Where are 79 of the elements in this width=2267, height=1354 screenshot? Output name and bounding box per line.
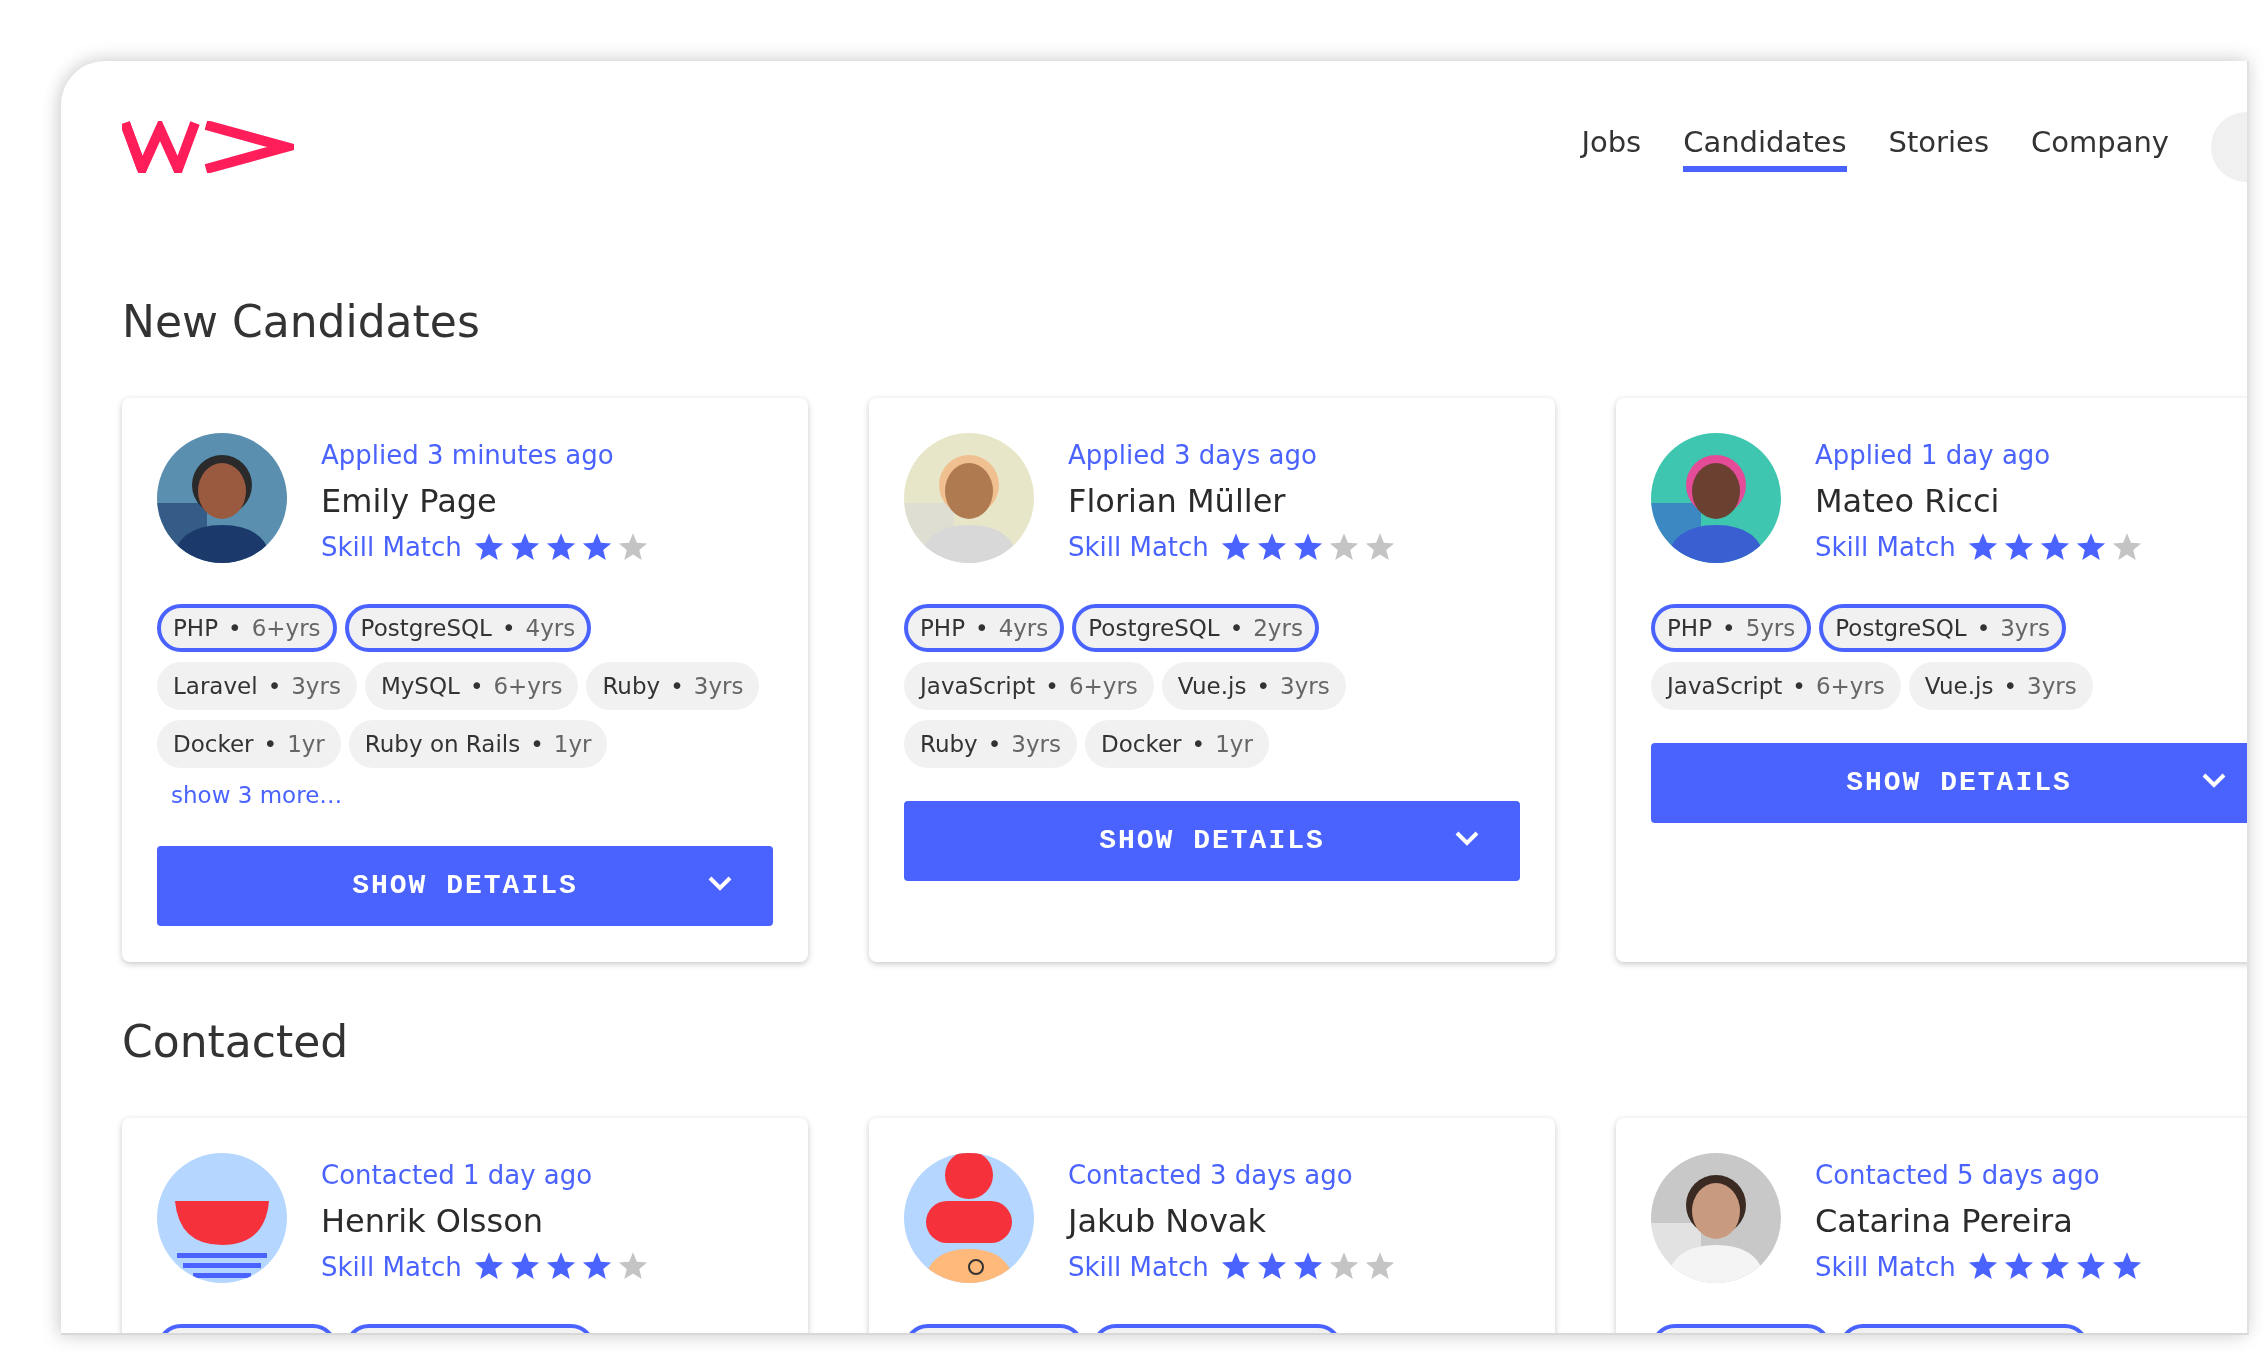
skill-tag: Ruby • 3yrs [904,720,1077,768]
skill-tag: PHP • 5yrs [1651,604,1812,652]
star-icon [2039,1252,2070,1281]
application-status: Contacted 1 day ago [321,1158,594,1192]
skill-tag: Docker • 1yr [157,720,341,768]
star-icon [1220,532,1251,562]
show-more-link[interactable]: show 3 more… [171,778,343,813]
application-status: Contacted 5 days ago [1815,1158,2101,1192]
skill-tag: Vue.js • 3yrs [1908,662,2093,710]
skill-tag: PostgreSQL • 3yrs [1819,604,2066,652]
star-icon [473,1252,504,1281]
star-icon [2039,532,2070,562]
star-icon [1328,532,1359,562]
star-icon [509,532,540,562]
star-icon [1328,1252,1359,1281]
star-icon [1364,1252,1395,1281]
star-icon [1256,1252,1287,1281]
star-icon [2075,1252,2106,1281]
star-icon [2075,532,2106,562]
candidate-name: Mateo Ricci [1815,481,2001,522]
star-icon [1220,1252,1251,1281]
application-status: Applied 3 days ago [1068,439,1318,472]
skill-tag: MySQL • 6+yrs [364,662,579,710]
skill-tag: Docker • 1yr [1085,720,1269,768]
skill-match-label: Skill Match [321,1250,462,1284]
skill-tag: Vue.js • 3yrs [1161,662,1346,710]
skill-match-label: Skill Match [1068,1250,1209,1284]
nav-tab[interactable]: Company [2031,122,2169,172]
star-icon [1292,532,1323,562]
star-icon [2111,532,2142,562]
skill-tag: PHP • 4yrs [904,604,1065,652]
skill-tag: Ruby • 3yrs [586,662,760,710]
star-icon [1967,1252,1998,1281]
candidate-name: Jakub Novak [1068,1200,1267,1242]
nav-tab[interactable]: Jobs [1581,122,1642,172]
star-icon [1256,532,1287,562]
star-icon [1967,532,1998,562]
application-status: Contacted 3 days ago [1068,1158,1354,1192]
skill-tag: PostgreSQL • 4yrs [344,604,592,652]
star-icon [473,532,504,562]
star-icon [2003,1252,2034,1281]
chevron-down-icon [1454,830,1480,846]
star-icon [545,532,576,562]
star-icon [1364,532,1395,562]
candidate-name: Emily Page [321,481,498,522]
star-icon [509,1252,540,1281]
star-icon [1292,1252,1323,1281]
skill-match-label: Skill Match [1068,531,1209,564]
skill-match-label: Skill Match [321,531,462,564]
skill-tag: Ruby on Rails • 1yr [348,720,608,768]
show-details-button[interactable]: SHOW DETAILS [904,801,1520,881]
candidate-name: Catarina Pereira [1815,1200,2074,1242]
chevron-down-icon [2201,772,2227,788]
logo[interactable] [122,121,294,173]
section-heading: New Candidates [122,295,481,349]
star-icon [617,532,648,562]
star-icon [2003,532,2034,562]
skill-tag: PHP • 6+yrs [157,604,337,652]
skill-tag: JavaScript • 6+yrs [1651,662,1901,710]
skill-tag: PostgreSQL • 2yrs [1072,604,1319,652]
skill-tag: JavaScript • 6+yrs [904,662,1154,710]
chevron-down-icon [707,874,733,891]
skill-tag: Laravel • 3yrs [157,662,357,710]
show-details-button[interactable]: SHOW DETAILS [157,845,773,926]
nav-tab[interactable]: Stories [1888,122,1990,172]
star-icon [617,1252,648,1281]
skill-match-label: Skill Match [1815,1250,1956,1284]
candidate-name: Florian Müller [1068,481,1287,522]
star-icon [2111,1252,2142,1281]
star-icon [581,532,612,562]
show-details-button[interactable]: SHOW DETAILS [1651,743,2247,823]
star-icon [581,1252,612,1281]
nav-tab[interactable]: Candidates [1683,122,1847,172]
application-status: Applied 1 day ago [1815,439,2052,472]
section-heading: Contacted [122,1014,350,1069]
skill-match-label: Skill Match [1815,531,1956,564]
application-status: Applied 3 minutes ago [321,439,615,472]
star-icon [545,1252,576,1281]
candidate-name: Henrik Olsson [321,1200,545,1242]
